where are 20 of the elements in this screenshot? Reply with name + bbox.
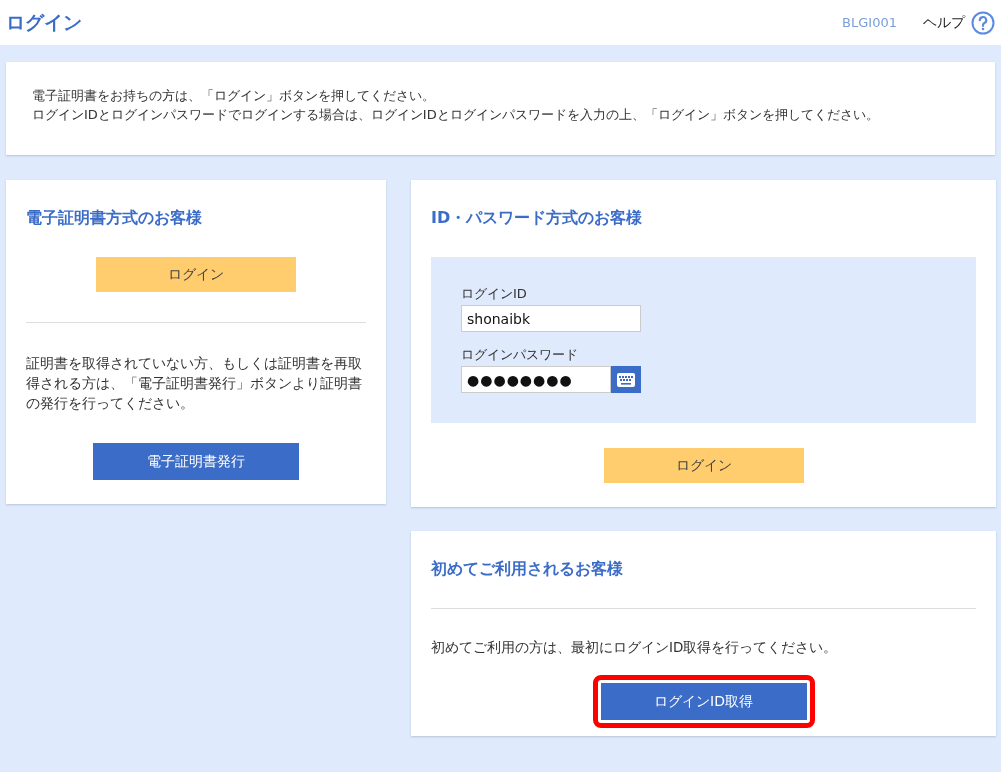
page-title: ログイン [6,9,83,35]
field-label: ログインID [461,285,528,303]
notice-text: ログインIDとログインパスワードでログインする場合は、ログインIDとログインパスワードを入力の上、「ログイン」ボタンを押してください。 [32,106,880,124]
login-button[interactable]: ログイン [96,257,296,292]
section-title: 電子証明書方式のお客様 [26,208,203,229]
issue-certificate-button[interactable]: 電子証明書発行 [93,443,299,480]
keyboard-icon[interactable] [611,366,641,393]
login-id-button[interactable]: ログインID取得 [600,683,807,720]
help-link[interactable]: ヘルプ [923,13,965,32]
description-text: 初めてご利用の方は、最初にログインID取得を行ってください。 [431,638,839,657]
section-title: 初めてご利用されるお客様 [431,559,624,580]
section-title: ID・パスワード方式のお客様 [431,208,644,229]
notice-text: 電子証明書をお持ちの方は、「ログイン」ボタンを押してください。 [32,87,436,105]
description-text: 証明書を取得されていない方、もしくは証明書を再取得される方は、「電子証明書発行」ボタンより証明書の発行を行ってください。 [26,354,363,413]
field-label: ログインパスワード [461,346,579,364]
login-button[interactable]: ログイン [603,448,804,483]
screen-code: BLGI001 [842,15,897,30]
login-id-field[interactable]: shonaibk [461,305,641,332]
help-icon[interactable] [971,10,995,35]
password-field[interactable]: ●●●●●●●● [461,366,611,393]
